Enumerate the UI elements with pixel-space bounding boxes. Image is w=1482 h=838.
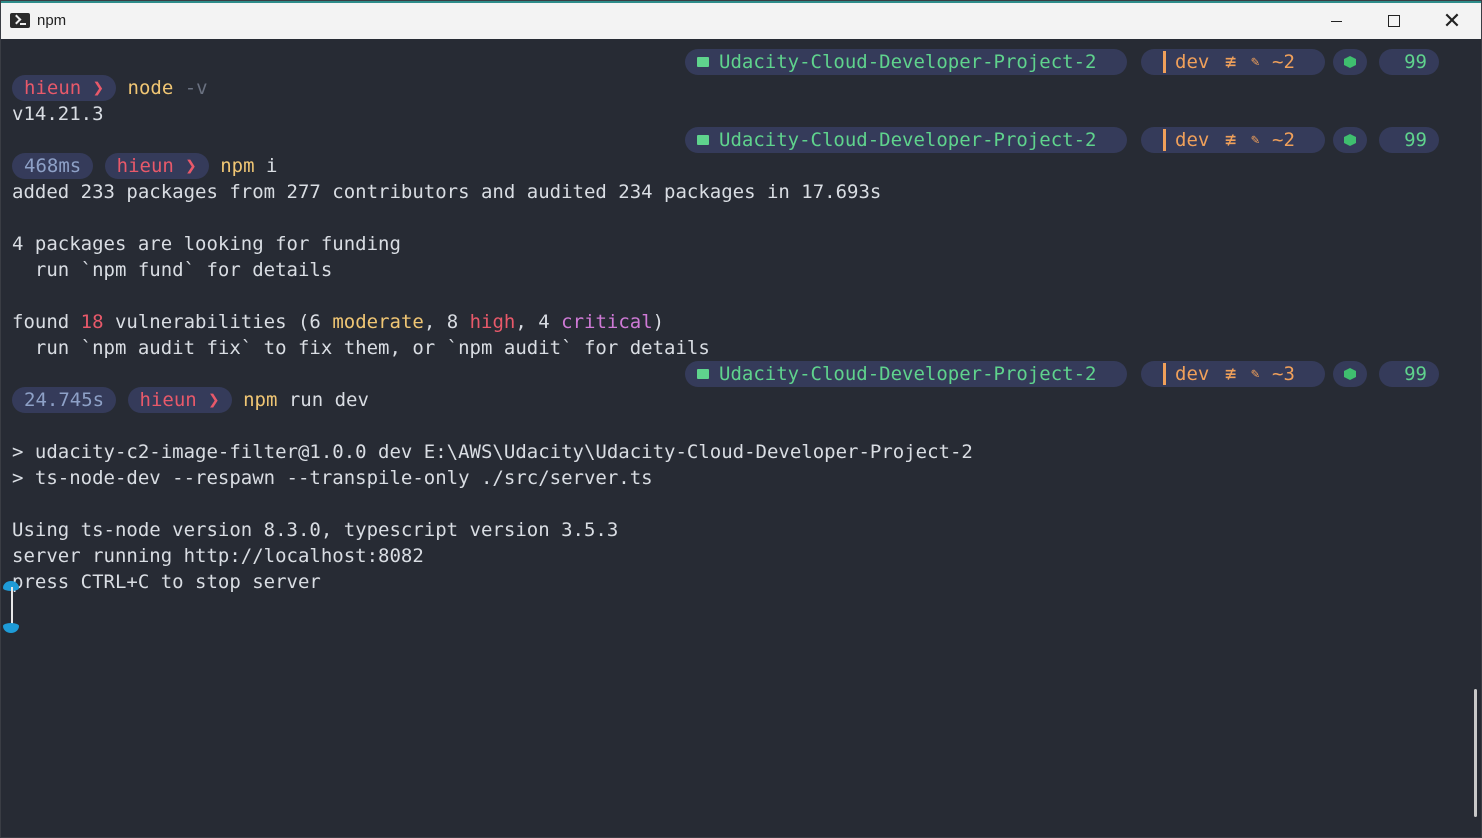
git-branch-icon <box>1163 129 1166 151</box>
git-segment: dev ≢ ✎ ~2 <box>1141 127 1325 153</box>
git-branch-icon <box>1163 51 1166 73</box>
branch-name: dev <box>1175 51 1210 73</box>
command: npm <box>243 389 278 411</box>
node-icon <box>1344 134 1356 146</box>
command-arg: run dev <box>277 389 369 411</box>
vulnerability-line: found 18 vulnerabilities (6 moderate, 8 … <box>12 309 664 335</box>
title-bar[interactable]: npm ✕ <box>1 1 1481 39</box>
git-sync-icon: ≢ <box>1225 129 1237 151</box>
prompt-duration: 24.745s <box>12 387 117 413</box>
dir-name: Udacity-Cloud-Developer-Project-2 <box>719 129 1097 151</box>
battery-level: 99 <box>1404 129 1427 151</box>
output-line: > udacity-c2-image-filter@1.0.0 dev E:\A… <box>12 441 973 463</box>
dir-segment: Udacity-Cloud-Developer-Project-2 <box>685 127 1127 153</box>
right-prompt: Udacity-Cloud-Developer-Project-2 dev ≢ ✎ ~… <box>685 49 1439 75</box>
command: node <box>127 77 174 99</box>
text: vulnerabilities (6 <box>103 311 333 333</box>
close-button[interactable]: ✕ <box>1423 3 1481 39</box>
vuln-high: high <box>469 311 516 333</box>
minimize-button[interactable] <box>1307 3 1365 39</box>
output-line: v14.21.3 <box>12 103 104 125</box>
battery-level: 99 <box>1404 51 1427 73</box>
dir-name: Udacity-Cloud-Developer-Project-2 <box>719 51 1097 73</box>
git-changes: ~3 <box>1272 363 1295 385</box>
battery-segment: 99 <box>1379 127 1439 153</box>
prompt-user: hieun ❯ <box>12 75 117 101</box>
text: ) <box>652 311 665 333</box>
output-line: press CTRL+C to stop server <box>12 571 321 593</box>
battery-level: 99 <box>1404 363 1427 385</box>
node-icon <box>1344 56 1356 68</box>
selection-handle-bottom[interactable] <box>3 623 19 633</box>
output-line: server running http://localhost:8082 <box>12 545 424 567</box>
output-line: > ts-node-dev --respawn --transpile-only… <box>12 467 653 489</box>
prompt-duration: 468ms <box>12 153 94 179</box>
right-prompt: Udacity-Cloud-Developer-Project-2 dev ≢ ✎ ~… <box>685 361 1439 387</box>
git-changes: ~2 <box>1272 129 1295 151</box>
output-line: 4 packages are looking for funding <box>12 233 401 255</box>
right-prompt: Udacity-Cloud-Developer-Project-2 dev ≢ ✎ ~… <box>685 127 1439 153</box>
vuln-moderate: moderate <box>332 311 424 333</box>
terminal-window: npm ✕ Udacity-Cloud-Developer-Project-2 … <box>0 0 1482 838</box>
prompt-user: hieun ❯ <box>127 387 232 413</box>
command-arg: i <box>254 155 278 177</box>
git-segment: dev ≢ ✎ ~2 <box>1141 49 1325 75</box>
node-icon <box>1344 368 1356 380</box>
text: found <box>12 311 81 333</box>
text: , 8 <box>423 311 470 333</box>
text-selection-cursor[interactable] <box>1 577 23 639</box>
folder-icon <box>697 57 709 67</box>
branch-name: dev <box>1175 363 1210 385</box>
prompt-user: hieun ❯ <box>104 153 209 179</box>
window-title: npm <box>37 12 67 29</box>
dir-segment: Udacity-Cloud-Developer-Project-2 <box>685 361 1127 387</box>
scrollbar[interactable] <box>1474 689 1477 817</box>
dir-segment: Udacity-Cloud-Developer-Project-2 <box>685 49 1127 75</box>
vuln-count: 18 <box>80 311 104 333</box>
text: , 4 <box>515 311 562 333</box>
caret <box>11 587 13 627</box>
edit-icon: ✎ <box>1251 54 1260 70</box>
prompt-line: 468ms hieun ❯ npm i <box>12 153 277 179</box>
vuln-critical: critical <box>561 311 653 333</box>
git-changes: ~2 <box>1272 51 1295 73</box>
git-segment: dev ≢ ✎ ~3 <box>1141 361 1325 387</box>
folder-icon <box>697 369 709 379</box>
edit-icon: ✎ <box>1251 366 1260 382</box>
git-branch-icon <box>1163 363 1166 385</box>
terminal-output[interactable]: Udacity-Cloud-Developer-Project-2 dev ≢ ✎ ~… <box>1 39 1481 837</box>
output-line: run `npm audit fix` to fix them, or `npm… <box>12 337 710 359</box>
git-sync-icon: ≢ <box>1225 51 1237 73</box>
prompt-line: hieun ❯ node -v <box>12 75 208 101</box>
minimize-icon <box>1330 20 1342 22</box>
command-arg: -v <box>173 77 208 99</box>
maximize-button[interactable] <box>1365 3 1423 39</box>
branch-name: dev <box>1175 129 1210 151</box>
output-line: Using ts-node version 8.3.0, typescript … <box>12 519 619 541</box>
prompt-line: 24.745s hieun ❯ npm run dev <box>12 387 369 413</box>
git-sync-icon: ≢ <box>1225 363 1237 385</box>
battery-segment: 99 <box>1379 361 1439 387</box>
node-segment <box>1333 361 1367 387</box>
node-segment <box>1333 127 1367 153</box>
edit-icon: ✎ <box>1251 132 1260 148</box>
close-icon: ✕ <box>1442 8 1462 33</box>
maximize-icon <box>1388 15 1400 27</box>
command: npm <box>220 155 255 177</box>
battery-segment: 99 <box>1379 49 1439 75</box>
dir-name: Udacity-Cloud-Developer-Project-2 <box>719 363 1097 385</box>
node-segment <box>1333 49 1367 75</box>
output-line: added 233 packages from 277 contributors… <box>12 181 882 203</box>
terminal-app-icon <box>10 13 30 28</box>
folder-icon <box>697 135 709 145</box>
output-line: run `npm fund` for details <box>12 259 333 281</box>
